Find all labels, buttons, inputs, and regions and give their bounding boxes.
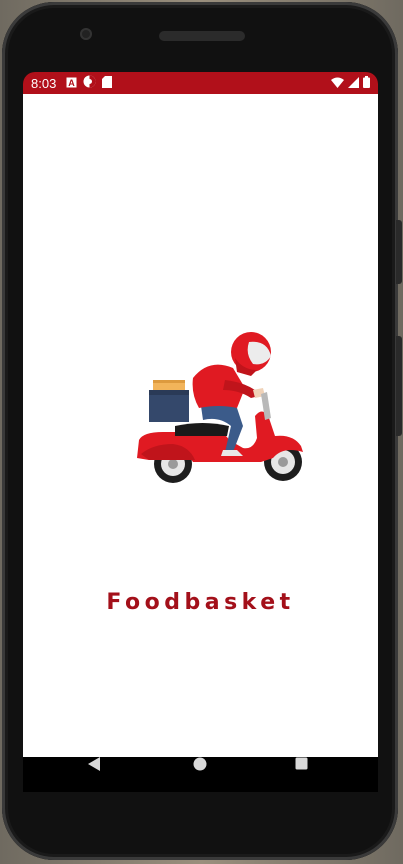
back-triangle-icon: [88, 757, 100, 771]
home-circle-icon: [193, 757, 207, 771]
status-system-icons: [331, 75, 370, 91]
splash-screen: Foodbasket: [23, 94, 378, 757]
recents-square-icon: [295, 757, 308, 770]
front-camera: [80, 28, 92, 40]
circle-half-icon: [83, 75, 96, 91]
earpiece-speaker: [159, 31, 245, 41]
signal-icon: [348, 76, 359, 91]
navigation-bar: [23, 757, 378, 792]
app-title: Foodbasket: [106, 590, 295, 615]
recents-button[interactable]: [295, 757, 308, 775]
back-button[interactable]: [87, 756, 101, 777]
wifi-icon: [331, 76, 344, 91]
status-bar: 8:03 A: [23, 72, 378, 94]
svg-text:A: A: [69, 78, 76, 88]
status-notification-icons: A: [66, 75, 113, 91]
status-time: 8:03: [31, 75, 57, 91]
phone-frame: 8:03 A Foodbasket: [2, 2, 402, 860]
power-button[interactable]: [396, 336, 402, 436]
sd-card-icon: [102, 75, 113, 91]
volume-button[interactable]: [396, 220, 402, 284]
home-button[interactable]: [193, 757, 207, 776]
delivery-scooter-illustration: [133, 328, 305, 490]
battery-icon: [363, 75, 370, 91]
device-screen: 8:03 A Foodbasket: [23, 72, 378, 792]
a-icon: A: [66, 76, 77, 91]
